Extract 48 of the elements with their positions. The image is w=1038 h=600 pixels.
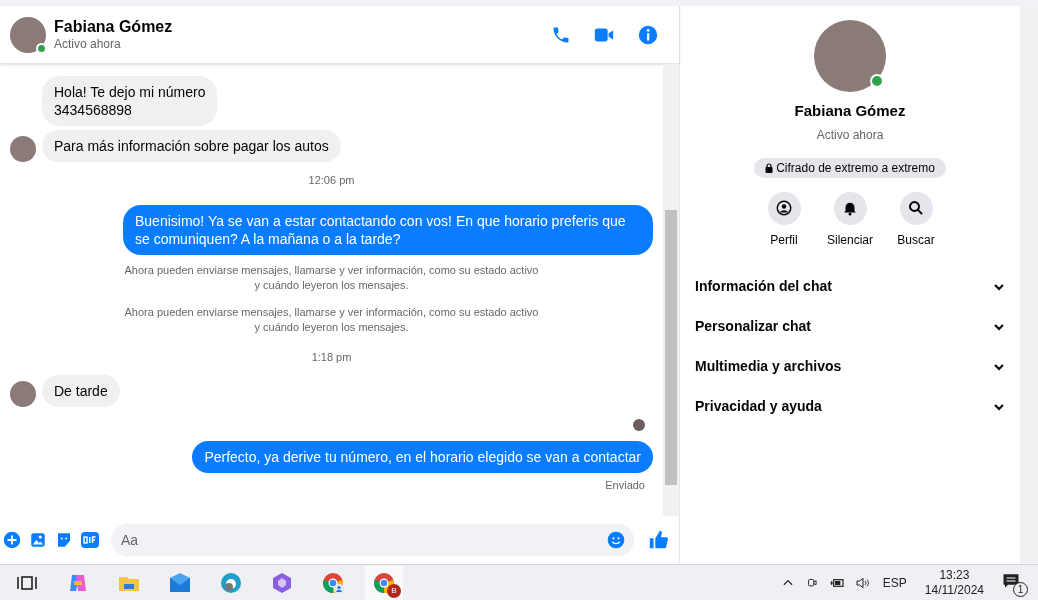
section-header[interactable]: Multimedia y archivos: [695, 346, 1005, 387]
taskbar-app-button[interactable]: B: [365, 565, 403, 600]
section-header[interactable]: Información del chat: [695, 266, 1005, 307]
profile-status: Activo ahora: [816, 126, 884, 144]
language-indicator[interactable]: ESP: [882, 573, 907, 592]
encryption-badge: Cifrado de extremo a extremo: [754, 157, 946, 178]
section-header[interactable]: Personalizar chat: [695, 306, 1005, 347]
contact-status: Activo ahora: [54, 37, 122, 52]
plus-icon[interactable]: [3, 531, 21, 549]
profile-icon: [775, 199, 793, 217]
search-icon: [907, 199, 925, 217]
message-bubble: Hola! Te dejo mi número 3434568898: [42, 76, 218, 126]
sticker-icon[interactable]: [55, 531, 73, 549]
scrollbar[interactable]: [663, 64, 679, 516]
profile-action-button[interactable]: Buscar: [892, 191, 940, 249]
mail-icon: [168, 570, 192, 595]
timestamp: 12:06 pm: [308, 173, 355, 188]
browser-icon: [219, 570, 243, 595]
contact-name: Fabiana Gómez: [54, 17, 174, 37]
message-bubble: De tarde: [42, 375, 120, 407]
profile-action-button[interactable]: Silenciar: [826, 191, 874, 249]
emoji-icon[interactable]: [606, 530, 626, 550]
scrollbar[interactable]: [1020, 6, 1038, 564]
read-receipt-avatar: [633, 419, 645, 431]
clock-date[interactable]: 14/11/2024: [924, 582, 984, 598]
info-icon[interactable]: [637, 23, 659, 46]
chrome-icon: [321, 570, 345, 595]
timestamp: 1:18 pm: [311, 349, 352, 365]
message-bubble: Buenisimo! Ya se van a estar contactando con vos! En que horario preferis que se comuniquen? A la mañana o a la tarde?: [123, 204, 653, 255]
message-bubble: Perfecto, ya derive tu número, en el horario elegido se van a contactar: [192, 441, 653, 473]
message-bubble: Para más información sobre pagar los autos: [42, 130, 341, 162]
delivery-status: Enviado: [605, 478, 645, 493]
gif-icon[interactable]: [81, 532, 99, 548]
profile-action-button[interactable]: Perfil: [760, 191, 808, 249]
lock-icon: [765, 162, 774, 173]
system-notice: Ahora pueden enviarse mensajes, llamarse y ver información, como su estado activo y cuándo leyeron los mensajes.: [124, 262, 539, 293]
avatar: [10, 16, 46, 53]
section-header[interactable]: Privacidad y ayuda: [695, 386, 1005, 427]
clock-time[interactable]: 13:23: [939, 567, 970, 583]
thumbs-up-icon[interactable]: [648, 529, 670, 551]
profile-badge: B: [387, 583, 401, 598]
message-field[interactable]: Aa: [111, 524, 634, 556]
hexagon-app-icon: [270, 570, 294, 595]
profile-name: Fabiana Gómez: [794, 101, 906, 121]
chrome-icon: [372, 570, 396, 595]
system-notice: Ahora pueden enviarse mensajes, llamarse y ver información, como su estado activo y cuándo leyeron los mensajes.: [124, 304, 539, 335]
image-icon[interactable]: [29, 531, 47, 549]
notifications-button[interactable]: 1: [1002, 568, 1028, 597]
